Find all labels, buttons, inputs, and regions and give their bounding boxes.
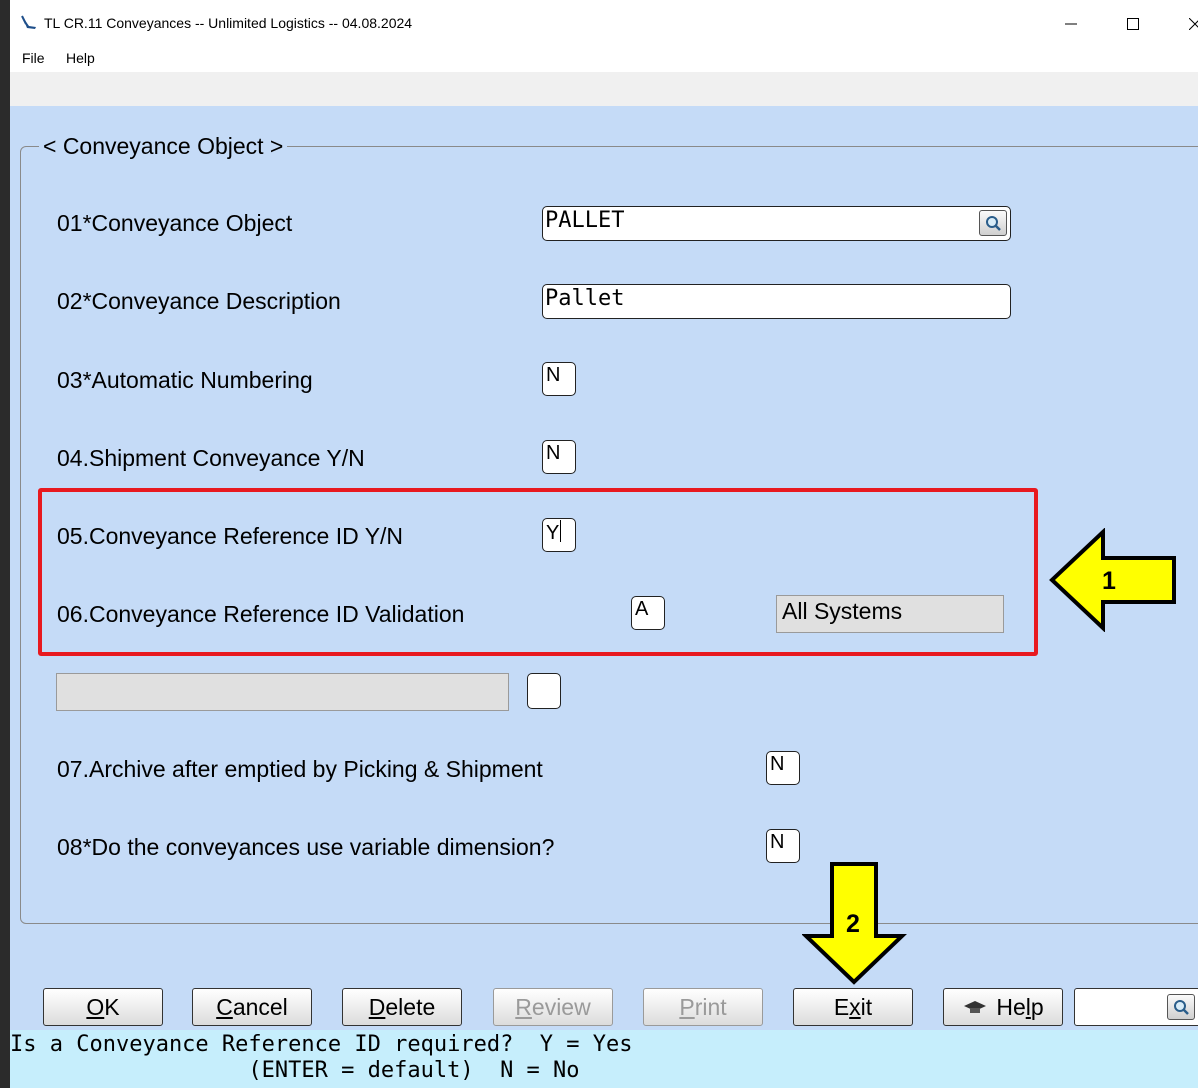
cancel-button[interactable]: Cancel [192, 988, 312, 1026]
application-window: TL CR.11 Conveyances -- Unlimited Logist… [10, 0, 1198, 1088]
form-area: < Conveyance Object > 01*Conveyance Obje… [10, 106, 1198, 1030]
group-title: < Conveyance Object > [39, 133, 288, 160]
help-label-pre: He [996, 993, 1026, 1020]
reference-id-label: 05.Conveyance Reference ID Y/N [57, 523, 404, 549]
delete-button[interactable]: Delete [342, 988, 462, 1026]
archive-after-emptied-label: 07.Archive after emptied by Picking & Sh… [57, 756, 543, 782]
variable-dimension-input[interactable]: N [766, 829, 800, 863]
review-button[interactable]: Review [493, 988, 613, 1026]
conveyance-object-input[interactable]: PALLET [542, 206, 1011, 241]
title-bar: TL CR.11 Conveyances -- Unlimited Logist… [10, 0, 1198, 46]
status-message-bar: Is a Conveyance Reference ID required? Y… [10, 1030, 1198, 1088]
print-label-post: rint [694, 993, 727, 1020]
exit-label-pre: E [833, 993, 850, 1020]
search-icon [1174, 1000, 1189, 1015]
menu-bar: File Help [10, 46, 1198, 72]
conveyance-object-label: 01*Conveyance Object [57, 210, 293, 236]
minimize-button[interactable] [1048, 8, 1094, 40]
conveyance-object-lookup-button[interactable] [979, 210, 1007, 236]
toolbar [10, 72, 1198, 107]
conveyance-object-value: PALLET [545, 208, 625, 233]
print-label-mnemonic: P [679, 993, 695, 1020]
app-logo-icon [21, 15, 36, 29]
archive-after-emptied-value: N [770, 753, 785, 775]
automatic-numbering-label: 03*Automatic Numbering [57, 367, 313, 393]
automatic-numbering-value: N [546, 364, 561, 386]
cancel-label-mnemonic: C [216, 993, 233, 1020]
menu-file[interactable]: File [22, 50, 45, 66]
delete-label-mnemonic: D [368, 993, 386, 1020]
review-label-post: eview [531, 993, 591, 1020]
conveyance-description-input[interactable]: Pallet [542, 284, 1011, 319]
menu-help[interactable]: Help [66, 50, 95, 66]
print-button[interactable]: Print [643, 988, 763, 1026]
maximize-icon [1127, 18, 1139, 30]
reference-id-validation-label: 06.Conveyance Reference ID Validation [57, 601, 465, 627]
help-graduation-icon [964, 1001, 987, 1013]
annotation-number-1: 1 [1102, 567, 1116, 595]
minimize-icon [1065, 23, 1077, 25]
exit-label-mnemonic: x [849, 993, 861, 1020]
close-icon [1189, 18, 1198, 30]
delete-label-post: elete [385, 993, 436, 1020]
variable-dimension-value: N [770, 831, 785, 853]
reference-id-validation-value: A [635, 598, 649, 620]
cancel-label-post: ancel [232, 993, 288, 1020]
shipment-conveyance-input[interactable]: N [542, 440, 576, 474]
reference-id-validation-description-text: All Systems [782, 598, 903, 624]
text-caret [560, 520, 562, 542]
shipment-conveyance-label: 04.Shipment Conveyance Y/N [57, 445, 365, 471]
ok-button[interactable]: OK [43, 988, 163, 1026]
extra-description-field [56, 673, 509, 711]
conveyance-description-value: Pallet [545, 286, 625, 311]
ok-label-post: K [104, 993, 120, 1020]
maximize-button[interactable] [1110, 8, 1156, 40]
annotation-number-2: 2 [846, 910, 860, 938]
variable-dimension-label: 08*Do the conveyances use variable dimen… [57, 834, 555, 860]
status-line-2: (ENTER = default) N = No [10, 1058, 580, 1083]
annotation-arrow-left-icon [1049, 528, 1176, 632]
ok-label-mnemonic: O [86, 993, 105, 1020]
reference-id-value: Y [546, 522, 560, 544]
quick-search-button[interactable] [1167, 994, 1195, 1020]
shipment-conveyance-value: N [546, 442, 561, 464]
automatic-numbering-input[interactable]: N [542, 362, 576, 396]
reference-id-input[interactable]: Y [542, 518, 576, 552]
reference-id-validation-input[interactable]: A [631, 596, 665, 630]
review-label-mnemonic: R [515, 993, 532, 1020]
reference-id-validation-description: All Systems [776, 595, 1004, 633]
help-label-post: p [1030, 993, 1044, 1020]
close-button[interactable] [1172, 8, 1198, 40]
extra-code-input[interactable] [527, 673, 561, 709]
help-button[interactable]: He l p [943, 988, 1063, 1026]
exit-label-post: it [860, 993, 873, 1020]
window-title: TL CR.11 Conveyances -- Unlimited Logist… [44, 15, 413, 31]
search-icon [986, 216, 1001, 231]
conveyance-description-label: 02*Conveyance Description [57, 288, 341, 314]
status-line-1: Is a Conveyance Reference ID required? Y… [10, 1032, 633, 1057]
archive-after-emptied-input[interactable]: N [766, 751, 800, 785]
exit-button[interactable]: Ex it [793, 988, 913, 1026]
quick-search-field[interactable] [1074, 988, 1198, 1026]
